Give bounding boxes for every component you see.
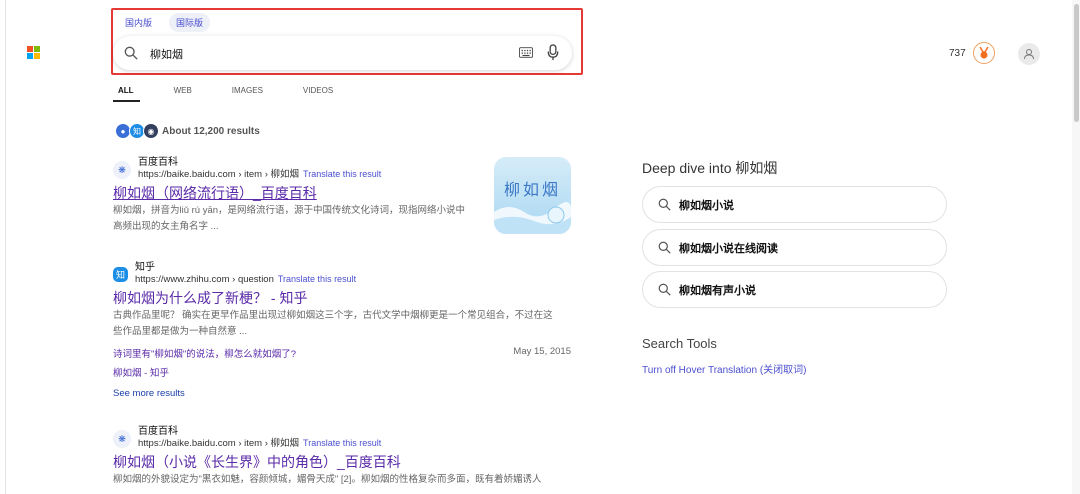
tab-web[interactable]: WEB [169, 80, 198, 101]
scope-tab-domestic[interactable]: 国内版 [118, 13, 159, 32]
snippet-line: 柳如烟，拼音为liǔ rú yān，是网络流行语，源于中国传统文化诗词，现指网络… [113, 205, 466, 216]
results-count: ● 知 ◉ About 12,200 results [115, 123, 260, 139]
keyboard-icon[interactable] [519, 47, 533, 58]
site-url[interactable]: https://baike.baidu.com › item › 柳如烟 [138, 438, 299, 449]
snippet-line: 高频出现的女主角名字 ... [113, 221, 219, 232]
site-url[interactable]: https://baike.baidu.com › item › 柳如烟 [138, 169, 299, 180]
search-result: ❋ 百度百科 https://baike.baidu.com › item › … [113, 426, 573, 488]
deep-dive-item-label: 柳如烟小说 [679, 199, 734, 212]
search-icon [658, 283, 671, 296]
tab-videos[interactable]: VIDEOS [298, 80, 339, 101]
search-tools-title: Search Tools [642, 336, 717, 351]
logo-square-blue [27, 53, 33, 59]
snippet-line: 些作品里都是做为一种自然意 ... [113, 326, 248, 337]
snippet-line: 柳如烟的外貌设定为"黑衣如魅，容颜倾城，媚骨天成" [2]。柳如烟的性格复杂而多… [113, 474, 542, 485]
result-title-link[interactable]: 柳如烟（小说《长生界》中的角色）_百度百科 [113, 453, 573, 471]
result-snippet: 柳如烟，拼音为liǔ rú yān，是网络流行语，源于中国传统文化诗词，现指网络… [113, 203, 483, 235]
rewards-medal-icon[interactable] [973, 42, 995, 64]
result-title-link[interactable]: 柳如烟为什么成了新梗？ - 知乎 [113, 289, 573, 307]
tab-all[interactable]: ALL [113, 80, 140, 102]
result-title-link[interactable]: 柳如烟（网络流行语）_百度百科 [113, 184, 483, 202]
deep-dive-title: Deep dive into 柳如烟 [642, 160, 778, 176]
search-icon[interactable] [124, 46, 138, 60]
rewards-points: 737 [949, 47, 966, 59]
results-count-text: About 12,200 results [162, 125, 260, 137]
search-icon [658, 241, 671, 254]
deep-dive-item-label: 柳如烟小说在线阅读 [679, 242, 778, 255]
deep-dive-item[interactable]: 柳如烟有声小说 [642, 271, 947, 308]
tab-images[interactable]: IMAGES [227, 80, 269, 101]
site-name: 百度百科 [138, 157, 178, 168]
thumbnail-text: 柳如烟 [504, 180, 561, 199]
search-input[interactable]: 柳如烟 [150, 46, 183, 62]
site-name: 百度百科 [138, 426, 178, 437]
related-question-date: May 15, 2015 [513, 346, 571, 357]
result-snippet: 古典作品里呢？ 确实在更早作品里出现过柳如烟这三个字，古代文学中烟柳更是一个常见… [113, 308, 573, 340]
avatar[interactable] [1018, 43, 1040, 65]
search-result: ❋ 百度百科 https://baike.baidu.com › item › … [113, 157, 483, 235]
translate-link[interactable]: Translate this result [303, 438, 381, 448]
search-result: 知 知乎 https://www.zhihu.com › question Tra… [113, 262, 573, 399]
scrollbar-thumb[interactable] [1074, 4, 1079, 122]
translate-link[interactable]: Translate this result [278, 274, 356, 284]
deep-dive-item[interactable]: 柳如烟小说在线阅读 [642, 229, 947, 266]
logo-square-red [27, 46, 33, 52]
source-icons: ● 知 ◉ [115, 123, 159, 139]
result-snippet: 柳如烟的外貌设定为"黑衣如魅，容颜倾城，媚骨天成" [2]。柳如烟的性格复杂而多… [113, 472, 573, 488]
search-icon [658, 198, 671, 211]
hover-translation-toggle-link[interactable]: Turn off Hover Translation (关闭取词) [642, 361, 807, 376]
user-icon [1024, 49, 1034, 60]
rewards-area[interactable]: 737 [949, 42, 995, 64]
related-question-link[interactable]: 诗词里有"柳如烟"的说法，柳怎么就如烟了? [113, 346, 296, 360]
deep-dive-item-label: 柳如烟有声小说 [679, 284, 756, 297]
nav-tabs: ALL WEB IMAGES VIDEOS [113, 80, 368, 102]
microsoft-logo[interactable] [27, 46, 40, 59]
scope-tabs: 国内版 国际版 [118, 13, 211, 32]
see-more-results-link[interactable]: See more results [113, 388, 573, 399]
zhihu-icon: 知 [113, 267, 128, 282]
deep-dive-item[interactable]: 柳如烟小说 [642, 186, 947, 223]
site-url[interactable]: https://www.zhihu.com › question [135, 274, 274, 285]
scope-tab-international[interactable]: 国际版 [169, 13, 211, 32]
logo-square-green [34, 46, 40, 52]
site-icon: ◉ [143, 123, 159, 139]
baidu-paw-icon: ❋ [113, 430, 131, 448]
baidu-paw-icon: ❋ [113, 161, 131, 179]
logo-square-yellow [34, 53, 40, 59]
microphone-icon[interactable] [547, 44, 559, 61]
result-thumbnail[interactable]: 柳如烟 [494, 157, 571, 234]
search-box[interactable]: 柳如烟 [113, 36, 572, 70]
snippet-line: 古典作品里呢？ 确实在更早作品里出现过柳如烟这三个字，古代文学中烟柳更是一个常见… [113, 310, 553, 321]
related-link[interactable]: 柳如烟 - 知乎 [113, 365, 573, 379]
translate-link[interactable]: Translate this result [303, 169, 381, 179]
site-name: 知乎 [135, 262, 155, 273]
